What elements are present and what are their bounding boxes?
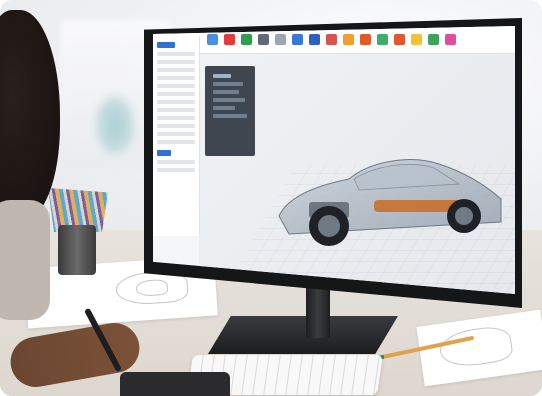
sidebar-item[interactable]: [157, 116, 195, 120]
measure-tool-icon[interactable]: [377, 34, 388, 45]
monitor-screen: [153, 26, 515, 294]
color-tool-icon[interactable]: [445, 34, 456, 45]
background-plant: [95, 95, 135, 155]
sidebar-item[interactable]: [157, 100, 195, 104]
app-sidebar: [153, 36, 200, 236]
panel-line: [213, 90, 239, 94]
sidebar-header[interactable]: [157, 42, 175, 48]
rotate-tool-icon[interactable]: [258, 34, 269, 45]
photo-scene: [0, 0, 542, 396]
sidebar-item[interactable]: [157, 68, 195, 72]
paint-tool-icon[interactable]: [360, 34, 371, 45]
sidebar-item[interactable]: [157, 124, 195, 128]
panel-line: [213, 114, 247, 118]
car-wireframe-icon: [278, 159, 502, 246]
properties-panel: [205, 66, 255, 156]
axis-tool-icon[interactable]: [224, 34, 235, 45]
panel-line: [213, 82, 243, 86]
sidebar-item[interactable]: [157, 132, 195, 136]
extrude-tool-icon[interactable]: [241, 34, 252, 45]
sidebar-item[interactable]: [157, 168, 195, 172]
panel-line: [213, 106, 235, 110]
sidebar-item[interactable]: [157, 76, 195, 80]
pencil-cup: [58, 225, 96, 275]
shape-tool-icon[interactable]: [343, 34, 354, 45]
sidebar-item[interactable]: [157, 108, 195, 112]
monitor-stand-base: [208, 316, 398, 354]
sidebar-active-item[interactable]: [157, 150, 171, 156]
layers-tool-icon[interactable]: [292, 34, 303, 45]
sidebar-item[interactable]: [157, 160, 195, 164]
palette-tool-icon[interactable]: [411, 34, 422, 45]
chart-tool-icon[interactable]: [326, 34, 337, 45]
cube-tool-icon[interactable]: [309, 34, 320, 45]
panel-line: [213, 74, 231, 78]
sidebar-item[interactable]: [157, 52, 195, 56]
car-model[interactable]: [269, 124, 509, 264]
material-tool-icon[interactable]: [428, 34, 439, 45]
cut-tool-icon[interactable]: [394, 34, 405, 45]
select-tool-icon[interactable]: [207, 34, 218, 45]
sidebar-item[interactable]: [157, 84, 195, 88]
document-tool-icon[interactable]: [275, 34, 286, 45]
person-shoulder: [0, 200, 50, 320]
sidebar-item[interactable]: [157, 60, 195, 64]
sidebar-item[interactable]: [157, 92, 195, 96]
sidebar-item[interactable]: [157, 140, 195, 144]
drawing-tablet: [120, 372, 230, 396]
panel-line: [213, 98, 245, 102]
